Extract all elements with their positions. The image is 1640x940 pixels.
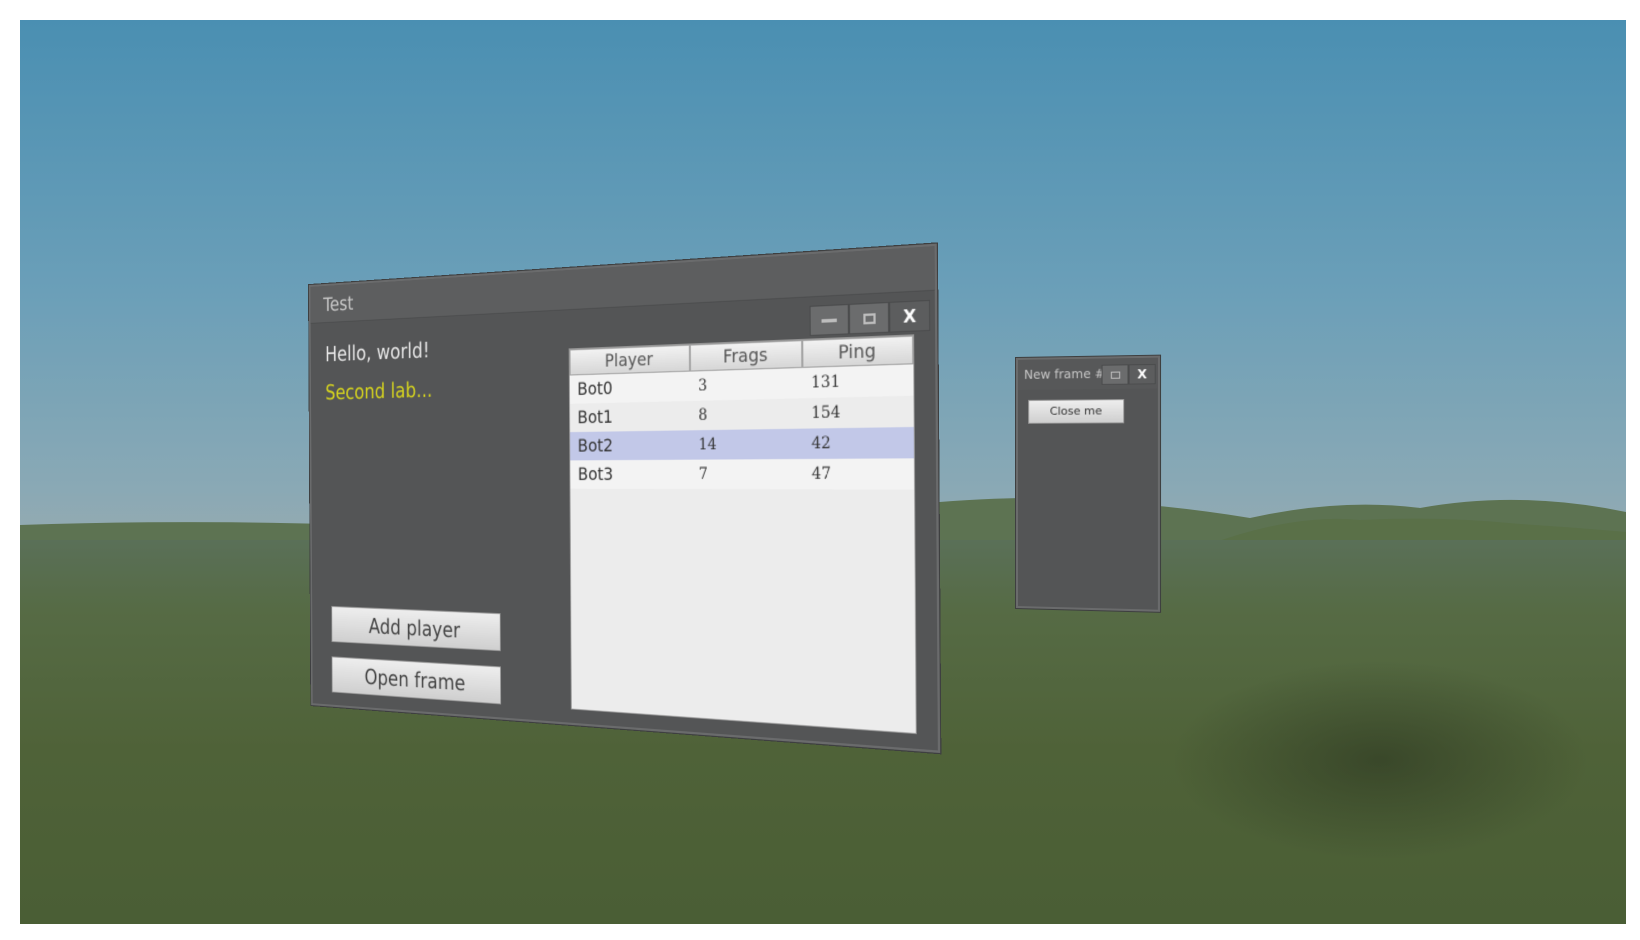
column-header-frags[interactable]: Frags	[689, 339, 803, 372]
cell-ping: 131	[811, 372, 841, 393]
close-icon: X	[902, 305, 917, 328]
maximize-button[interactable]	[1101, 364, 1129, 385]
column-header-player[interactable]: Player	[569, 344, 691, 376]
minimize-icon	[821, 317, 837, 323]
cell-frags: 8	[698, 406, 708, 425]
second-label: Second lab...	[325, 376, 433, 405]
new-frame-titlebar[interactable]: New frame #6	[1018, 357, 1158, 390]
close-button[interactable]: X	[889, 299, 931, 333]
ground-shadow	[1170, 660, 1590, 860]
add-player-button[interactable]: Add player	[331, 605, 501, 652]
open-frame-button[interactable]: Open frame	[331, 656, 502, 705]
column-header-ping[interactable]: Ping	[802, 335, 914, 368]
maximize-icon	[862, 312, 876, 324]
close-icon: X	[1137, 367, 1147, 382]
window-controls: X	[809, 299, 931, 337]
cell-player: Bot1	[577, 406, 613, 428]
cell-player: Bot3	[577, 463, 614, 485]
cell-ping: 42	[811, 434, 831, 454]
table-row-selected[interactable]: Bot2 14 42	[570, 426, 914, 461]
game-viewport: Test X Hello, world! Second lab... Add p…	[20, 20, 1626, 924]
player-list[interactable]: Player Frags Ping Bot0 3 131 Bot1 8 154 …	[568, 334, 917, 735]
new-frame-window[interactable]: New frame #6 X Close me	[1016, 355, 1160, 612]
main-window[interactable]: Test X Hello, world! Second lab... Add p…	[308, 243, 941, 754]
cell-frags: 3	[698, 376, 708, 396]
window-title: Test	[323, 292, 354, 317]
close-button[interactable]: X	[1128, 363, 1156, 385]
hello-label: Hello, world!	[325, 337, 430, 367]
cell-frags: 7	[698, 465, 708, 484]
cell-ping: 47	[811, 464, 832, 484]
minimize-button[interactable]	[809, 303, 850, 337]
maximize-button[interactable]	[848, 301, 890, 335]
cell-ping: 154	[811, 403, 841, 423]
cell-frags: 14	[698, 435, 717, 454]
window-title: New frame #6	[1024, 366, 1114, 382]
cell-player: Bot0	[577, 377, 613, 400]
table-row[interactable]: Bot3 7 47	[570, 458, 915, 490]
close-me-button[interactable]: Close me	[1028, 398, 1125, 424]
cell-player: Bot2	[577, 434, 614, 457]
